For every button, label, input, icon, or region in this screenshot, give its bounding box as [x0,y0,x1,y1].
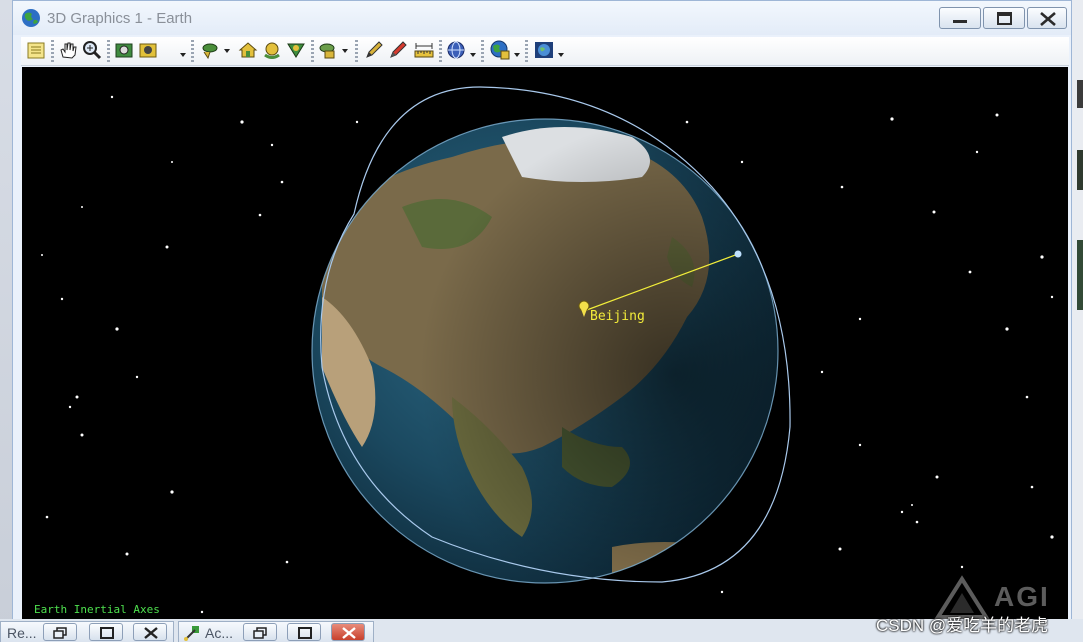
toolbar-separator [191,40,194,62]
task-item-reports[interactable]: Re... [0,621,174,642]
globe-grid-icon[interactable] [445,39,467,61]
camera-icon[interactable] [113,39,135,61]
properties-icon[interactable] [25,39,47,61]
globe-3d-icon[interactable] [533,39,555,61]
restore-button[interactable] [243,623,277,641]
zoom-to-icon[interactable] [285,39,307,61]
ruler-icon[interactable] [413,39,435,61]
object-view-icon[interactable] [317,39,339,61]
task-item-label: Ac... [205,625,234,641]
title-bar[interactable]: 3D Graphics 1 - Earth [13,1,1071,35]
toolbar-separator [525,40,528,62]
close-button[interactable] [331,623,365,641]
graphics-window: 3D Graphics 1 - Earth Beijing Earth Iner… [12,0,1072,642]
maximize-button[interactable] [287,623,321,641]
earth-globe[interactable] [311,118,779,600]
pan-hand-icon[interactable] [57,39,79,61]
csdn-watermark: CSDN @爱吃羊的老虎 [876,616,1049,635]
chevron-down-icon[interactable] [179,51,187,59]
restore-button[interactable] [43,623,77,641]
pencil-icon[interactable] [363,39,385,61]
close-button[interactable] [133,623,167,641]
toolbar-separator [51,40,54,62]
satellite-marker [734,250,742,258]
toolbar [21,37,1069,66]
beijing-label: Beijing [590,309,645,324]
globe-manager-icon[interactable] [489,39,511,61]
chevron-down-icon[interactable] [557,51,565,59]
chevron-down-icon[interactable] [223,47,231,55]
zoom-icon[interactable] [81,39,103,61]
maximize-button[interactable] [983,7,1025,29]
task-item-label: Re... [7,625,37,641]
snapshot-icon[interactable] [137,39,159,61]
chevron-down-icon[interactable] [341,47,349,55]
maximize-button[interactable] [89,623,123,641]
close-button[interactable] [1027,7,1067,29]
earth-icon [21,8,41,28]
toolbar-separator [107,40,110,62]
home-view-icon[interactable] [237,39,259,61]
toolbar-separator [355,40,358,62]
view-from-icon[interactable] [199,39,221,61]
access-icon [184,626,199,641]
toolbar-separator [481,40,484,62]
desktop-left-edge [0,0,12,642]
desktop-right-edge [1072,0,1083,642]
task-item-access[interactable]: Ac... [178,621,374,642]
toolbar-separator [439,40,442,62]
chevron-down-icon[interactable] [513,51,521,59]
toolbar-separator [311,40,314,62]
minimize-button[interactable] [939,7,981,29]
window-title: 3D Graphics 1 - Earth [47,10,193,27]
orbit-view-icon[interactable] [261,39,283,61]
marker-icon[interactable] [387,39,409,61]
scene-canvas[interactable] [22,67,1068,620]
agi-logo-text: AGI [994,581,1050,612]
3d-viewport[interactable]: Beijing Earth Inertial Axes AGI [22,67,1068,620]
chevron-down-icon[interactable] [469,51,477,59]
axes-label: Earth Inertial Axes [34,603,160,616]
